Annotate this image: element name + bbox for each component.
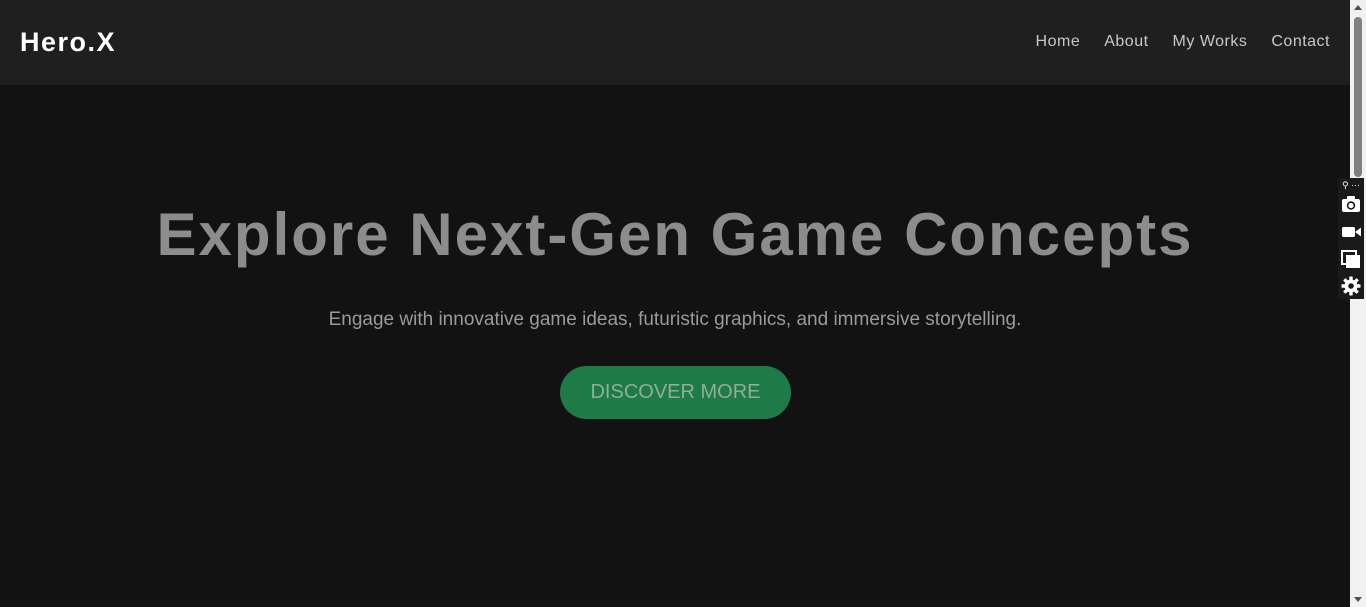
camera-icon[interactable] — [1341, 194, 1361, 214]
copy-icon[interactable] — [1341, 249, 1361, 269]
scroll-up-arrow-icon[interactable] — [1354, 5, 1362, 10]
nav-link-contact[interactable]: Contact — [1271, 31, 1330, 53]
nav-links: Home About My Works Contact — [1012, 31, 1330, 53]
navbar: Hero.X Home About My Works Contact — [0, 0, 1350, 85]
hero-subtitle: Engage with innovative game ideas, futur… — [328, 309, 1022, 330]
gear-icon[interactable] — [1341, 276, 1361, 296]
nav-link-about[interactable]: About — [1104, 31, 1148, 53]
nav-link-home[interactable]: Home — [1036, 31, 1081, 53]
vertical-scrollbar[interactable] — [1350, 0, 1366, 607]
capture-toolbar: ⚲ ··· — [1338, 178, 1364, 299]
toolbar-menu-icon[interactable]: ⚲ ··· — [1340, 180, 1362, 190]
video-icon[interactable] — [1341, 222, 1361, 242]
scroll-down-arrow-icon[interactable] — [1354, 597, 1362, 602]
scroll-thumb[interactable] — [1354, 17, 1362, 177]
site-logo[interactable]: Hero.X — [20, 24, 116, 60]
nav-link-my-works[interactable]: My Works — [1173, 31, 1248, 53]
discover-more-button[interactable]: DISCOVER MORE — [560, 366, 791, 419]
hero-section: Explore Next-Gen Game Concepts Engage wi… — [0, 85, 1350, 607]
hero-title: Explore Next-Gen Game Concepts — [156, 201, 1194, 268]
page: Hero.X Home About My Works Contact Explo… — [0, 0, 1366, 607]
